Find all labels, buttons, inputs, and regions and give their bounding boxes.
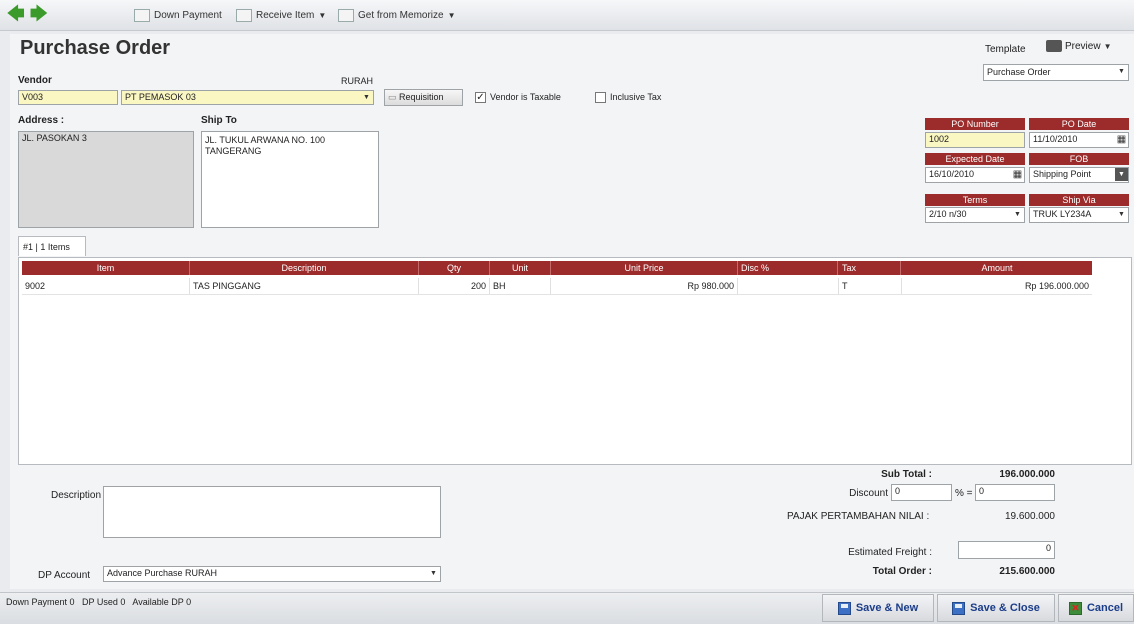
fob-field[interactable]: Shipping Point ▼ [1029, 167, 1129, 183]
discount-separator: % = [955, 488, 973, 499]
cell-item[interactable]: 9002 [22, 278, 190, 294]
inclusive-tax-label: Inclusive Tax [610, 92, 662, 102]
po-number-field[interactable]: 1002 [925, 132, 1025, 148]
ship-to-field[interactable]: JL. TUKUL ARWANA NO. 100 TANGERANG [201, 131, 379, 228]
vendor-taxable-checkbox[interactable]: ✓ [475, 92, 486, 103]
chevron-down-icon: ▼ [1118, 68, 1125, 75]
grid-header: Item Description Qty Unit Unit Price Dis… [22, 261, 1092, 275]
save-close-button[interactable]: Save & Close [937, 594, 1055, 622]
col-item[interactable]: Item [22, 261, 190, 275]
cell-description[interactable]: TAS PINGGANG [190, 278, 419, 294]
discount-label: Discount [849, 488, 888, 499]
po-number-header: PO Number [925, 118, 1025, 130]
vendor-taxable-label: Vendor is Taxable [490, 92, 561, 102]
vendor-name-field[interactable]: PT PEMASOK 03 ▼ [121, 90, 374, 105]
page-title: Purchase Order [20, 37, 171, 59]
table-row[interactable]: 9002 TAS PINGGANG 200 BH Rp 980.000 T Rp… [22, 278, 1092, 295]
cell-unit[interactable]: BH [490, 278, 551, 294]
cancel-button[interactable]: × Cancel [1058, 594, 1134, 622]
inclusive-tax-checkbox[interactable] [595, 92, 606, 103]
vendor-label: Vendor [18, 75, 52, 86]
discount-percent-field[interactable]: 0 [891, 484, 952, 501]
template-label: Template [985, 44, 1026, 55]
receive-item-icon [236, 9, 252, 22]
get-from-memorize-button[interactable]: Get from Memorize ▼ [338, 9, 456, 22]
back-arrow-icon[interactable]: 🡄 [7, 4, 25, 24]
expected-date-field[interactable]: 16/10/2010 ▦ [925, 167, 1025, 183]
calendar-icon[interactable]: ▦ [1011, 168, 1024, 181]
cell-unit-price[interactable]: Rp 980.000 [551, 278, 738, 294]
expected-date-header: Expected Date [925, 153, 1025, 165]
chevron-down-icon: ▼ [363, 94, 370, 101]
tax-label: PAJAK PERTAMBAHAN NILAI : [787, 511, 930, 522]
chevron-down-icon: ▼ [447, 11, 456, 20]
chevron-down-icon: ▼ [1103, 41, 1112, 51]
col-amount[interactable]: Amount [902, 261, 1092, 275]
forward-arrow-icon[interactable]: 🡆 [30, 4, 48, 24]
col-tax[interactable]: Tax [839, 261, 901, 275]
save-new-button[interactable]: Save & New [822, 594, 934, 622]
col-unit[interactable]: Unit [490, 261, 551, 275]
total-order-value: 215.600.000 [999, 566, 1055, 577]
cell-amount[interactable]: Rp 196.000.000 [902, 278, 1092, 294]
cell-qty[interactable]: 200 [419, 278, 490, 294]
save-icon [837, 601, 851, 615]
po-date-field[interactable]: 11/10/2010 ▦ [1029, 132, 1129, 148]
ship-to-label: Ship To [201, 115, 237, 126]
col-qty[interactable]: Qty [419, 261, 490, 275]
address-label: Address : [18, 115, 65, 126]
subtotal-label: Sub Total : [881, 469, 932, 480]
dp-account-select[interactable]: Advance Purchase RURAH ▼ [103, 566, 441, 582]
po-date-header: PO Date [1029, 118, 1129, 130]
description-label: Description [51, 490, 102, 501]
freight-label: Estimated Freight : [848, 547, 932, 558]
discount-amount-field[interactable]: 0 [975, 484, 1055, 501]
cell-disc[interactable] [738, 278, 839, 294]
requisition-icon: ▭ [388, 92, 397, 102]
vendor-branch: RURAH [341, 76, 374, 86]
freight-field[interactable]: 0 [958, 541, 1055, 559]
chevron-down-icon: ▼ [318, 11, 327, 20]
terms-header: Terms [925, 194, 1025, 206]
cell-tax[interactable]: T [839, 278, 902, 294]
col-disc[interactable]: Disc % [738, 261, 838, 275]
vendor-code-field[interactable]: V003 [18, 90, 118, 105]
subtotal-value: 196.000.000 [999, 469, 1055, 480]
receive-item-button[interactable]: Receive Item ▼ [236, 9, 326, 22]
items-grid: Item Description Qty Unit Unit Price Dis… [18, 257, 1132, 465]
template-select[interactable]: Purchase Order ▼ [983, 64, 1129, 81]
dp-account-label: DP Account [38, 570, 91, 581]
terms-select[interactable]: 2/10 n/30 ▼ [925, 207, 1025, 223]
save-icon [952, 601, 966, 615]
chevron-down-icon: ▼ [1014, 211, 1021, 218]
down-payment-button[interactable]: Down Payment [134, 9, 222, 22]
printer-icon [1046, 40, 1062, 52]
calendar-icon[interactable]: ▦ [1115, 133, 1128, 146]
total-order-label: Total Order : [872, 566, 932, 577]
requisition-button[interactable]: ▭ Requisition [384, 89, 463, 106]
chevron-down-icon: ▼ [430, 570, 437, 577]
dp-status-text: Down Payment 0 DP Used 0 Available DP 0 [6, 597, 192, 607]
tab-items[interactable]: #1 | 1 Items [18, 236, 86, 256]
address-field[interactable]: JL. PASOKAN 3 [18, 131, 194, 228]
chevron-down-icon: ▼ [1118, 211, 1125, 218]
description-field[interactable] [103, 486, 441, 538]
ship-via-header: Ship Via [1029, 194, 1129, 206]
ship-via-select[interactable]: TRUK LY234A ▼ [1029, 207, 1129, 223]
col-description[interactable]: Description [190, 261, 419, 275]
chevron-down-icon: ▼ [1115, 168, 1128, 181]
cancel-icon: × [1068, 601, 1082, 615]
col-unit-price[interactable]: Unit Price [551, 261, 738, 275]
fob-header: FOB [1029, 153, 1129, 165]
tax-value: 19.600.000 [1004, 511, 1055, 522]
down-payment-icon [134, 9, 150, 22]
memorize-icon [338, 9, 354, 22]
preview-button[interactable]: Preview ▼ [1046, 40, 1112, 52]
